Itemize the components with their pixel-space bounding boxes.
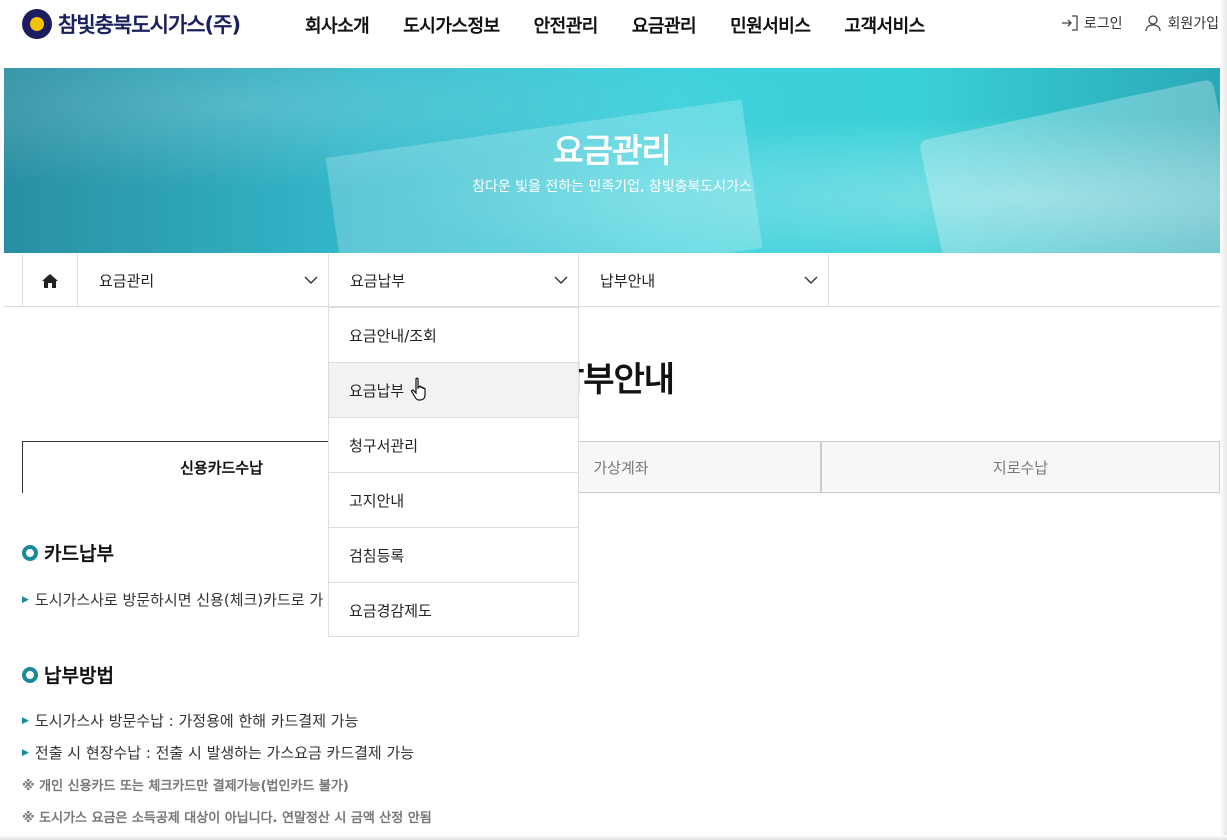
menu-item-fee-inquiry[interactable]: 요금안내/조회	[329, 308, 578, 363]
chevron-down-icon	[554, 276, 568, 284]
list-item-text: 도시가스사로 방문하시면 신용(체크)카드로 가	[34, 591, 324, 609]
chevron-down-icon	[304, 276, 318, 284]
menu-item-fee-payment[interactable]: 요금납부	[329, 363, 578, 418]
section-title-text: 납부방법	[44, 665, 114, 687]
location-depth3-select[interactable]: 납부안내	[579, 254, 829, 307]
logo-text: 참빛충북도시가스(주)	[58, 13, 241, 37]
menu-item-notice-guide[interactable]: 고지안내	[329, 473, 578, 528]
arrow-bullet-icon: ▶	[22, 715, 29, 726]
location-depth2-label: 요금납부	[350, 272, 406, 290]
section-title-payment-method: 납부방법	[22, 661, 114, 688]
notice-text: ※ 도시가스 요금은 소득공제 대상이 아닙니다. 연말정산 시 금액 산정 안…	[22, 811, 432, 826]
banner-subtitle: 참다운 빛을 전하는 민족기업, 참빛충북도시가스	[472, 179, 752, 195]
window-edge	[1220, 0, 1227, 840]
sub-visual-banner: 요금관리 참다운 빛을 전하는 민족기업, 참빛충북도시가스	[4, 68, 1220, 253]
location-depth1-label: 요금관리	[99, 272, 155, 290]
list-item-text: 도시가스사 방문수납 : 가정용에 한해 카드결제 가능	[34, 712, 359, 730]
home-button[interactable]	[22, 254, 78, 307]
menu-item-meter-reading[interactable]: 검침등록	[329, 528, 578, 583]
section-title-text: 카드납부	[44, 543, 114, 565]
banner-title: 요금관리	[553, 131, 671, 170]
list-item: ▶ 도시가스사로 방문하시면 신용(체크)카드로 가	[22, 589, 323, 610]
nav-item-civil-service[interactable]: 민원서비스	[730, 12, 811, 38]
menu-item-label: 요금납부	[349, 381, 405, 400]
ring-bullet-icon	[22, 666, 38, 683]
ring-bullet-icon	[22, 544, 38, 561]
nav-item-company[interactable]: 회사소개	[305, 12, 370, 38]
join-label: 회원가입	[1167, 16, 1219, 32]
list-item-text: 전출 시 현장수납 : 전출 시 발생하는 가스요금 카드결제 가능	[34, 744, 415, 762]
menu-item-fee-reduction[interactable]: 요금경감제도	[329, 583, 578, 638]
login-label: 로그인	[1083, 16, 1123, 32]
home-icon	[42, 273, 58, 288]
site-logo[interactable]: 참빛충북도시가스(주)	[22, 9, 241, 39]
site-header: 참빛충북도시가스(주) 회사소개 도시가스정보 안전관리 요금관리 민원서비스 …	[0, 0, 1227, 68]
depth2-dropdown-menu: 요금안내/조회 요금납부 청구서관리 고지안내 검침등록 요금경감제도	[328, 307, 579, 637]
page-title: 납부안내	[552, 360, 675, 400]
login-link[interactable]: 로그인	[1061, 13, 1123, 33]
chevron-down-icon	[804, 276, 818, 284]
list-item: ▶ 도시가스사 방문수납 : 가정용에 한해 카드결제 가능	[22, 710, 358, 731]
arrow-bullet-icon: ▶	[22, 594, 29, 605]
location-depth2-select[interactable]: 요금납부	[329, 254, 579, 307]
utility-menu: 로그인 회원가입	[1039, 13, 1219, 33]
hand-cursor-icon	[411, 377, 426, 401]
menu-item-bill-management[interactable]: 청구서관리	[329, 418, 578, 473]
location-bar: 요금관리 요금납부 납부안내	[4, 254, 1220, 307]
arrow-bullet-icon: ▶	[22, 747, 29, 758]
nav-item-gas-info[interactable]: 도시가스정보	[403, 12, 500, 38]
join-link[interactable]: 회원가입	[1144, 13, 1219, 33]
nav-item-billing[interactable]: 요금관리	[632, 12, 697, 38]
logo-icon	[22, 9, 52, 39]
login-icon	[1061, 15, 1078, 31]
user-icon	[1145, 15, 1162, 32]
notice-text: ※ 개인 신용카드 또는 체크카드만 결제가능(법인카드 불가)	[22, 779, 349, 794]
nav-item-safety[interactable]: 안전관리	[534, 12, 599, 38]
tab-giro[interactable]: 지로수납	[821, 441, 1220, 493]
location-depth3-label: 납부안내	[600, 272, 656, 290]
list-item: ▶ 전출 시 현장수납 : 전출 시 발생하는 가스요금 카드결제 가능	[22, 742, 414, 763]
main-nav: 회사소개 도시가스정보 안전관리 요금관리 민원서비스 고객서비스	[305, 12, 959, 38]
window-edge	[0, 835, 1227, 840]
nav-item-customer-service[interactable]: 고객서비스	[844, 12, 925, 38]
location-depth1-select[interactable]: 요금관리	[78, 254, 329, 307]
payment-tabs: 신용카드수납 가상계좌 지로수납	[22, 441, 1220, 493]
section-title-card-payment: 카드납부	[22, 539, 114, 566]
